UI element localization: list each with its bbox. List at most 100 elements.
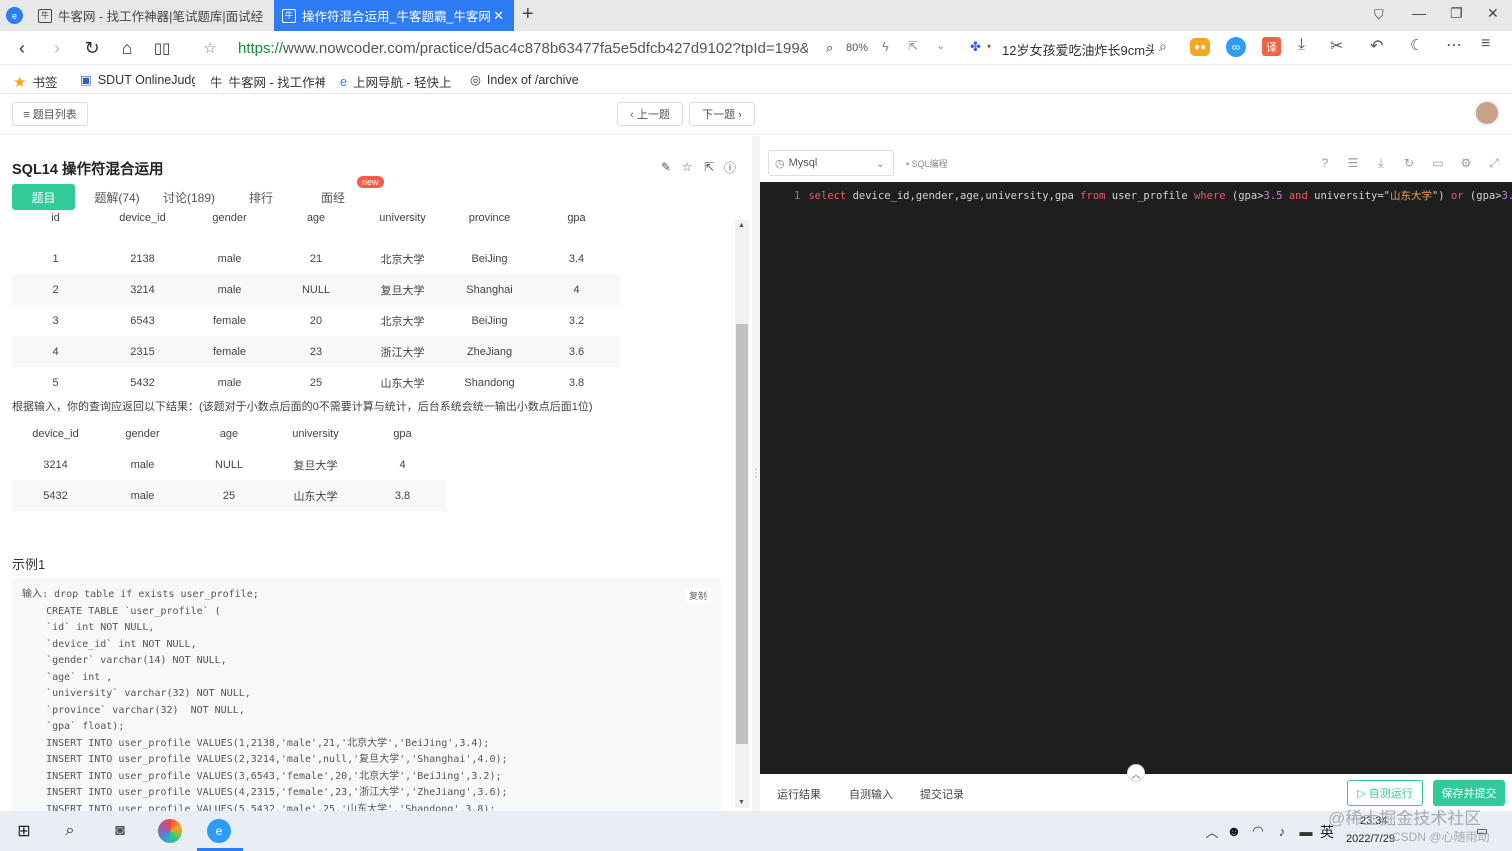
bookmark-nowcoder[interactable]: 牛牛客网 - 找工作神 — [210, 72, 325, 91]
back-icon[interactable]: ‹ — [10, 36, 34, 60]
game-icon[interactable]: ●● — [1190, 38, 1210, 56]
zoom-icon[interactable]: ⌕ — [826, 40, 833, 56]
search-box[interactable]: 12岁女孩爱吃油炸长9cm头 — [1002, 40, 1154, 59]
terminal-icon[interactable]: ▭ — [1431, 156, 1445, 170]
scroll-down-icon[interactable]: ▼ — [738, 799, 745, 806]
language-select[interactable]: ◷ Mysql ⌄ — [768, 150, 894, 176]
copy-button[interactable]: 复制 — [684, 588, 711, 603]
battery-icon[interactable]: ▬ — [1294, 819, 1318, 843]
search-engine-chevron-icon[interactable]: ▾ — [987, 42, 991, 51]
tab-run-result[interactable]: 运行结果 — [777, 786, 821, 802]
bookmark-nav[interactable]: e 上网导航 - 轻快上 — [340, 72, 455, 91]
settings-icon[interactable]: ⚙ — [1459, 156, 1473, 170]
next-question-button[interactable]: 下一题 › — [689, 102, 755, 126]
star-icon[interactable]: ☆ — [198, 36, 222, 60]
browser-logo-icon[interactable]: e — [6, 7, 23, 24]
scissors-icon[interactable]: ✂ — [1330, 36, 1343, 56]
code-line[interactable]: 1 select device_id,gender,age,university,… — [794, 188, 1512, 203]
table-row: 5432 male 25 山东大学 3.8 — [12, 480, 446, 511]
browser-tab-nowcoder[interactable]: 牛 牛客网 - 找工作神器|笔试题库|面试经 — [30, 0, 270, 31]
run-button[interactable]: ▷ 自测运行 — [1347, 780, 1423, 806]
shirt-icon[interactable]: ⛉ — [1374, 7, 1384, 23]
url-text: www.nowcoder.com/practice/d5ac4c878b6347… — [283, 40, 808, 57]
minimize-icon[interactable]: — — [1412, 5, 1426, 21]
tab-solutions[interactable]: 题解(74) — [88, 184, 146, 210]
translate-icon[interactable]: 译 — [1262, 37, 1281, 56]
scrollbar-thumb[interactable] — [736, 324, 748, 744]
column-header: gpa — [567, 212, 586, 224]
menu-icon[interactable]: ≡ — [1481, 35, 1490, 53]
tab-ranking[interactable]: 排行 — [238, 184, 284, 210]
submit-button[interactable]: 保存并提交 — [1433, 780, 1505, 806]
help-icon[interactable]: ? — [1318, 156, 1332, 170]
restore-icon[interactable]: ❐ — [1450, 5, 1463, 22]
close-window-icon[interactable]: ✕ — [1487, 5, 1499, 22]
example-code: 输入: drop table if exists user_profile; C… — [22, 589, 508, 811]
info-icon[interactable]: ⓘ — [723, 160, 737, 175]
qq-icon[interactable]: ☻ — [1222, 819, 1246, 843]
vertical-scrollbar[interactable]: ▲ ▼ — [735, 220, 749, 808]
more-icon[interactable]: ⋯ — [1446, 35, 1462, 55]
scroll-up-icon[interactable]: ▲ — [738, 222, 745, 229]
refresh-icon[interactable]: ↻ — [80, 36, 104, 60]
undo-icon[interactable]: ↶ — [1370, 36, 1383, 56]
tab-description[interactable]: 题目 — [12, 184, 75, 210]
panel-splitter[interactable]: ⋮ — [751, 136, 761, 811]
chevron-up-icon[interactable]: ︿ — [1200, 819, 1224, 843]
tab-custom-input[interactable]: 自测输入 — [849, 786, 893, 802]
wifi-icon[interactable]: ◠ — [1246, 819, 1270, 843]
watermark-csdn: CSDN @心随雨动 — [1392, 830, 1490, 844]
url-field[interactable]: https://www.nowcoder.com/practice/d5ac4c… — [238, 40, 808, 57]
reset-icon[interactable]: ↻ — [1402, 156, 1416, 170]
tab-discussion[interactable]: 讨论(189) — [158, 184, 220, 210]
example-code-block: 输入: drop table if exists user_profile; C… — [12, 578, 721, 811]
moon-icon[interactable]: ☾ — [1410, 36, 1423, 54]
windows-start-icon[interactable]: ⊞ — [12, 819, 36, 843]
infinity-icon[interactable]: ∞ — [1226, 37, 1246, 57]
question-list-button[interactable]: ≡ 题目列表 — [12, 102, 88, 126]
code-editor[interactable]: 1 select device_id,gender,age,university,… — [760, 182, 1512, 774]
edit-icon[interactable]: ✎ — [659, 160, 673, 174]
reader-icon[interactable]: ▯▯ — [150, 36, 174, 60]
search-icon[interactable]: ⌕ — [1159, 38, 1167, 55]
color-app-icon[interactable] — [158, 819, 182, 843]
nowcoder-favicon-icon: 牛 — [282, 8, 296, 23]
address-toolbar: ‹ › ↻ ⌂ ▯▯ ☆ https://www.nowcoder.com/pr… — [0, 31, 1512, 65]
clock-date[interactable]: 2022/7/29 — [1346, 833, 1395, 845]
column-header: gender — [212, 212, 247, 224]
table-row: 4 2315 female 23 浙江大学 ZheJiang 3.6 — [12, 336, 620, 367]
browser-tab-practice[interactable]: 牛 操作符混合运用_牛客题霸_牛客网 ✕ — [274, 0, 514, 31]
url-scheme: https:// — [238, 40, 284, 57]
prev-question-button[interactable]: ‹ 上一题 — [617, 102, 683, 126]
lightning-icon[interactable]: ϟ — [882, 39, 889, 54]
chevron-down-icon[interactable]: ⌄ — [936, 39, 945, 52]
forward-icon[interactable]: › — [45, 36, 69, 60]
chevron-down-icon: ⌄ — [875, 157, 885, 170]
volume-icon[interactable]: ♪ — [1270, 819, 1294, 843]
download-icon[interactable]: ⤓ — [1374, 156, 1388, 170]
chevron-up-icon[interactable]: ︿ — [1127, 764, 1145, 782]
bookmark-sdut[interactable]: ▣ SDUT OnlineJudge — [80, 72, 195, 88]
close-tab-icon[interactable]: ✕ — [493, 8, 504, 24]
favorite-icon[interactable]: ☆ — [680, 160, 694, 174]
bookmark-folder[interactable]: ★ 书签 — [13, 72, 57, 91]
browser-taskbar-icon[interactable]: e — [207, 819, 231, 843]
line-number: 1 — [794, 190, 801, 202]
download-icon[interactable]: ⤓ — [1298, 36, 1305, 54]
list-icon[interactable]: ☰ — [1346, 156, 1360, 170]
sdut-favicon-icon: ▣ — [80, 73, 92, 87]
search-icon[interactable]: ⌕ — [58, 819, 82, 843]
tab-submissions[interactable]: 提交记录 — [920, 786, 964, 802]
zoom-level[interactable]: 80% — [846, 42, 868, 54]
home-icon[interactable]: ⌂ — [115, 36, 139, 60]
share-icon[interactable]: ⇱ — [908, 39, 918, 53]
bookmark-archive[interactable]: ◎ Index of /archive — [470, 72, 588, 88]
avatar[interactable] — [1474, 100, 1500, 126]
nowcoder-favicon-icon: 牛 — [210, 76, 223, 90]
camera-icon[interactable]: ◙ — [108, 819, 132, 843]
new-tab-icon[interactable]: + — [522, 3, 534, 26]
share-icon[interactable]: ⇱ — [702, 160, 716, 174]
tab-interview[interactable]: 面经 — [310, 184, 356, 210]
baidu-paw-icon[interactable]: ✤ — [970, 39, 981, 55]
fullscreen-icon[interactable]: ⤢ — [1487, 156, 1501, 170]
